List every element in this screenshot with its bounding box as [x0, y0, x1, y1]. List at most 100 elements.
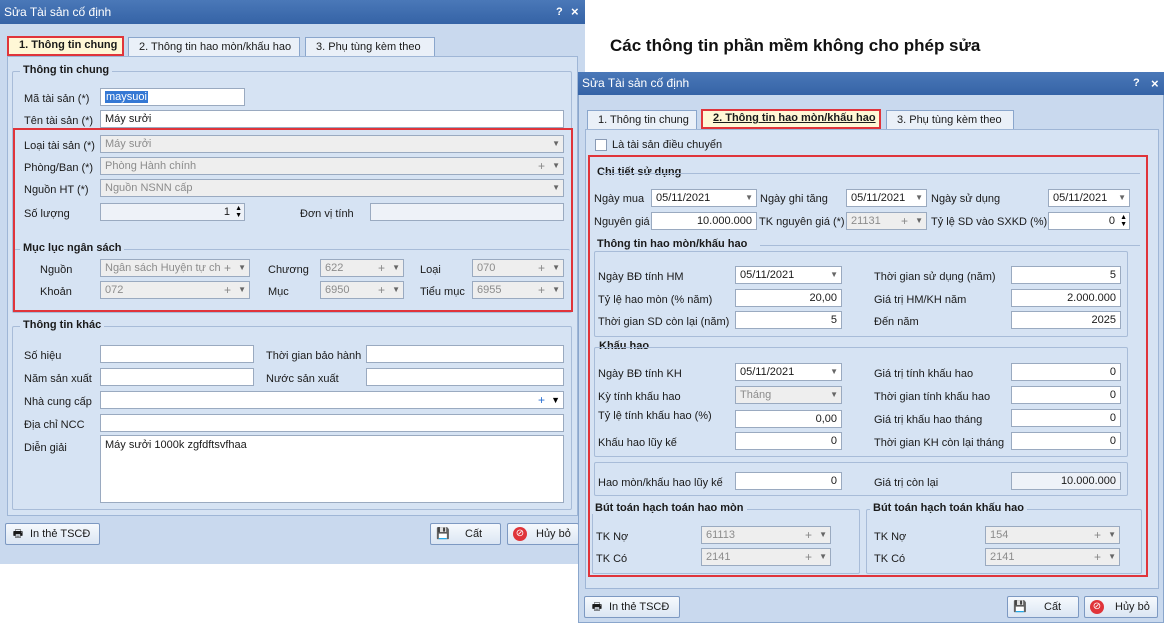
remain-input[interactable]: 5: [735, 311, 842, 329]
chevron-down-icon: ▼: [1108, 530, 1116, 539]
floppy-icon: 💾: [1013, 601, 1027, 613]
kh-period-label: Kỳ tính khấu hao: [598, 391, 681, 403]
kh-acc-label: Khấu hao lũy kế: [598, 437, 677, 449]
other-group-title: Thông tin khác: [20, 319, 105, 331]
kh-time-input[interactable]: 0: [1011, 386, 1121, 404]
address-input[interactable]: [100, 414, 564, 432]
supplier-select[interactable]: + ▼: [100, 391, 564, 409]
add-icon: +: [900, 214, 908, 228]
kh-debit-label: TK Nợ: [874, 531, 907, 543]
chevron-down-icon[interactable]: ▼: [745, 190, 753, 206]
chevron-down-icon: ▼: [1108, 552, 1116, 561]
kh-month-input[interactable]: 0: [1011, 409, 1121, 427]
hm-rate-label: Tỷ lệ hao mòn (% năm): [598, 294, 713, 306]
annotation-heading: Các thông tin phần mềm không cho phép sử…: [610, 36, 981, 55]
residual-input: 10.000.000: [1011, 472, 1121, 490]
chevron-down-icon[interactable]: ▼: [551, 392, 560, 408]
cancel-button[interactable]: ⊘ Hủy bỏ: [1084, 596, 1158, 618]
warranty-label: Thời gian bảo hành: [266, 350, 362, 362]
close-icon[interactable]: ×: [571, 0, 579, 24]
tab-general[interactable]: 1. Thông tin chung: [7, 36, 124, 56]
remain-label: Thời gian SD còn lại (năm): [598, 316, 730, 328]
total-acc-label: Hao mòn/khấu hao lũy kế: [598, 477, 723, 489]
use-date-picker[interactable]: 05/11/2021 ▼: [1048, 189, 1130, 207]
serial-input[interactable]: [100, 345, 254, 363]
tab-parts[interactable]: 3. Phụ tùng kèm theo: [886, 110, 1014, 130]
country-label: Nước sản xuất: [266, 373, 339, 385]
kh-rate-label: Tỷ lệ tính khấu hao (%): [598, 410, 712, 422]
kh-rate-input[interactable]: 0,00: [735, 410, 842, 428]
spinner-icon[interactable]: ▲ ▼: [1120, 214, 1127, 228]
serial-label: Số hiệu: [24, 350, 62, 362]
kh-acc-input[interactable]: 0: [735, 432, 842, 450]
kh-value-input[interactable]: 0: [1011, 363, 1121, 381]
to-year-input[interactable]: 2025: [1011, 311, 1121, 329]
year-input[interactable]: [100, 368, 254, 386]
tab-general[interactable]: 1. Thông tin chung: [587, 110, 697, 130]
use-date-label: Ngày sử dụng: [931, 193, 1001, 205]
add-icon: +: [1093, 550, 1101, 564]
desc-textarea[interactable]: Máy sưởi 1000k zgfdftsvfhaa: [100, 435, 564, 503]
warranty-input[interactable]: [366, 345, 564, 363]
print-card-button[interactable]: 🖶 In thẻ TSCĐ: [5, 523, 100, 545]
record-date-picker[interactable]: 05/11/2021 ▼: [846, 189, 927, 207]
tab-depreciation[interactable]: 2. Thông tin hao mòn/khấu hao: [128, 37, 300, 57]
help-icon[interactable]: ?: [1133, 72, 1140, 95]
tab-depreciation[interactable]: 2. Thông tin hao mòn/khấu hao: [701, 109, 881, 129]
transfer-label: Là tài sản điều chuyển: [612, 139, 723, 151]
kh-start-picker[interactable]: 05/11/2021 ▼: [735, 363, 842, 381]
add-icon: +: [1093, 528, 1101, 542]
kh-period-select: Tháng ▼: [735, 386, 842, 404]
transfer-checkbox[interactable]: [595, 139, 607, 151]
help-icon[interactable]: ?: [556, 0, 563, 24]
kh-entry-title: Bút toán hạch toán khấu hao: [870, 502, 1027, 514]
chevron-down-icon[interactable]: ▼: [1118, 190, 1126, 206]
chevron-down-icon[interactable]: ▼: [915, 190, 923, 206]
save-button[interactable]: 💾 Cất: [1007, 596, 1079, 618]
chevron-down-icon: ▼: [830, 390, 838, 399]
total-acc-input[interactable]: 0: [735, 472, 842, 490]
left-locked-fields-highlight: [13, 128, 573, 312]
hm-debit-select: 61113 + ▼: [701, 526, 831, 544]
cancel-icon: ⊘: [1090, 600, 1104, 614]
hm-year-input[interactable]: 2.000.000: [1011, 289, 1121, 307]
cost-input[interactable]: 10.000.000: [651, 212, 757, 230]
save-button[interactable]: 💾 Cất: [430, 523, 501, 545]
cost-acc-select: 21131 + ▼: [846, 212, 927, 230]
asset-code-input[interactable]: maysuoi: [100, 88, 245, 106]
kh-time-label: Thời gian tính khấu hao: [874, 391, 991, 403]
kh-month-label: Giá trị khấu hao tháng: [874, 414, 983, 426]
usage-group-title: Chi tiết sử dụng: [594, 166, 685, 178]
hm-entry-title: Bút toán hạch toán hao mòn: [592, 502, 747, 514]
use-time-input[interactable]: 5: [1011, 266, 1121, 284]
left-title: Sửa Tài sản cố định: [4, 5, 112, 19]
add-icon: +: [804, 550, 812, 564]
hm-group-title: Thông tin hao mòn/khấu hao: [594, 238, 751, 250]
floppy-icon: 💾: [436, 528, 450, 540]
asset-name-input[interactable]: Máy sưởi: [100, 110, 564, 128]
cancel-button[interactable]: ⊘ Hủy bỏ: [507, 523, 579, 545]
kh-remain-input[interactable]: 0: [1011, 432, 1121, 450]
print-card-button[interactable]: 🖶 In thẻ TSCĐ: [584, 596, 680, 618]
close-icon[interactable]: ×: [1151, 72, 1159, 95]
record-date-label: Ngày ghi tăng: [760, 193, 828, 205]
hm-start-picker[interactable]: 05/11/2021 ▼: [735, 266, 842, 284]
kh-credit-select: 2141 + ▼: [985, 548, 1120, 566]
supplier-label: Nhà cung cấp: [24, 396, 92, 408]
chevron-down-icon[interactable]: ▼: [830, 267, 838, 283]
hm-rate-input[interactable]: 20,00: [735, 289, 842, 307]
chevron-down-icon: ▼: [819, 530, 827, 539]
hm-credit-label: TK Có: [596, 553, 628, 565]
buy-date-picker[interactable]: 05/11/2021 ▼: [651, 189, 757, 207]
tab-parts[interactable]: 3. Phụ tùng kèm theo: [305, 37, 435, 57]
add-icon[interactable]: +: [538, 392, 545, 408]
sxkd-input[interactable]: 0 ▲ ▼: [1048, 212, 1130, 230]
printer-icon: 🖶: [591, 601, 603, 613]
usage-divider: [600, 173, 1140, 174]
cost-acc-label: TK nguyên giá (*): [759, 216, 845, 228]
printer-icon: 🖶: [12, 528, 24, 540]
desc-label: Diễn giải: [24, 442, 67, 454]
sxkd-label: Tỷ lệ SD vào SXKD (%): [931, 216, 1048, 228]
country-input[interactable]: [366, 368, 564, 386]
chevron-down-icon[interactable]: ▼: [830, 364, 838, 380]
